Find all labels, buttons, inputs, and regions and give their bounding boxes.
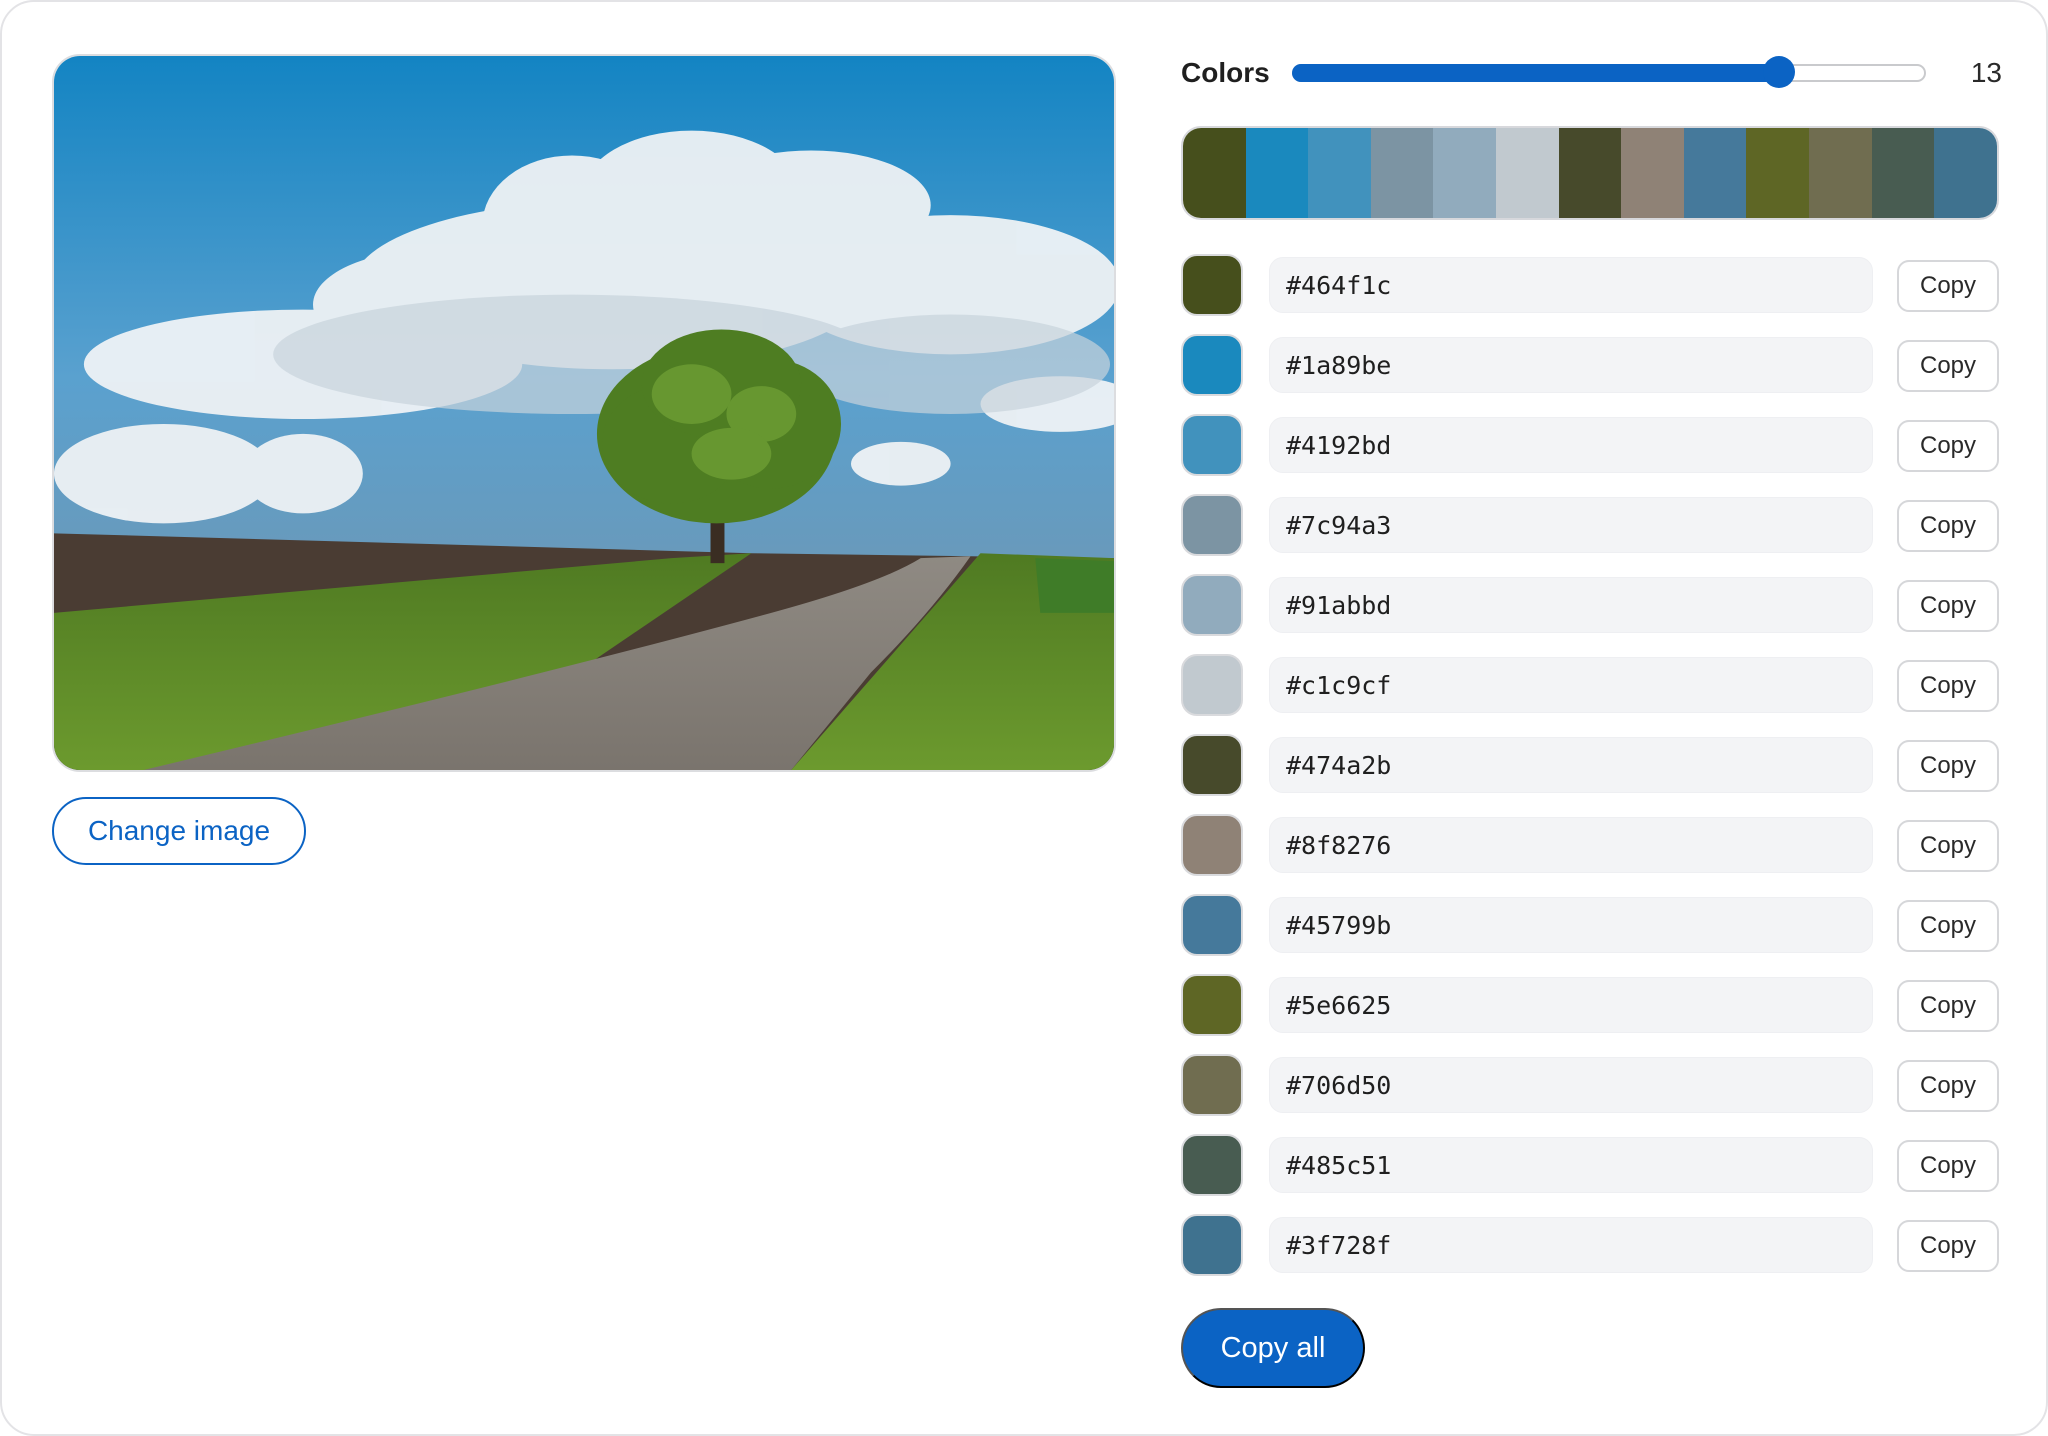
color-swatch	[1181, 334, 1243, 396]
color-swatch	[1181, 494, 1243, 556]
hex-value-field[interactable]: #464f1c	[1269, 257, 1873, 313]
hex-value-field[interactable]: #706d50	[1269, 1057, 1873, 1113]
hex-value-field[interactable]: #3f728f	[1269, 1217, 1873, 1273]
hex-value-field[interactable]: #c1c9cf	[1269, 657, 1873, 713]
copy-button[interactable]: Copy	[1897, 340, 1999, 392]
hex-value-field[interactable]: #1a89be	[1269, 337, 1873, 393]
color-count-value: 13	[1970, 57, 2002, 88]
palette-strip-cell	[1621, 128, 1684, 218]
image-preview	[52, 54, 1116, 772]
hex-value-field[interactable]: #7c94a3	[1269, 497, 1873, 553]
copy-all-button[interactable]: Copy all	[1181, 1308, 1365, 1388]
palette-strip	[1181, 126, 1999, 220]
color-swatch	[1181, 254, 1243, 316]
color-row: #45799b Copy	[1181, 892, 2001, 956]
hex-value-field[interactable]: #45799b	[1269, 897, 1873, 953]
color-row: #8f8276 Copy	[1181, 812, 2001, 876]
copy-button[interactable]: Copy	[1897, 580, 1999, 632]
color-swatch	[1181, 414, 1243, 476]
color-row: #474a2b Copy	[1181, 732, 2001, 796]
palette-strip-cell	[1746, 128, 1810, 218]
color-row: #3f728f Copy	[1181, 1212, 2001, 1276]
color-row: #91abbd Copy	[1181, 572, 2001, 636]
color-swatch	[1181, 734, 1243, 796]
palette-strip-cell	[1245, 128, 1309, 218]
hex-value-field[interactable]: #485c51	[1269, 1137, 1873, 1193]
palette-strip-cell	[1809, 128, 1872, 218]
color-swatch	[1181, 574, 1243, 636]
palette-strip-cell	[1496, 128, 1559, 218]
color-row: #5e6625 Copy	[1181, 972, 2001, 1036]
copy-button[interactable]: Copy	[1897, 820, 1999, 872]
color-list: #464f1c Copy #1a89be Copy #4192bd Copy #7c94a3…	[1181, 252, 2001, 1292]
color-row: #706d50 Copy	[1181, 1052, 2001, 1116]
color-swatch	[1181, 1134, 1243, 1196]
colors-label: Colors	[1181, 57, 1270, 88]
copy-button[interactable]: Copy	[1897, 740, 1999, 792]
palette-extractor-card: Change image Colors 13 #464f1c Copy #1a89b…	[0, 0, 2048, 1436]
color-swatch	[1181, 814, 1243, 876]
copy-button[interactable]: Copy	[1897, 420, 1999, 472]
color-row: #4192bd Copy	[1181, 412, 2001, 476]
copy-button[interactable]: Copy	[1897, 260, 1999, 312]
hex-value-field[interactable]: #5e6625	[1269, 977, 1873, 1033]
color-row: #485c51 Copy	[1181, 1132, 2001, 1196]
color-row: #464f1c Copy	[1181, 252, 2001, 316]
slider-fill	[1292, 64, 1780, 82]
copy-button[interactable]: Copy	[1897, 900, 1999, 952]
copy-button[interactable]: Copy	[1897, 1140, 1999, 1192]
palette-strip-cell	[1871, 128, 1935, 218]
copy-button[interactable]: Copy	[1897, 500, 1999, 552]
copy-button[interactable]: Copy	[1897, 1060, 1999, 1112]
color-row: #1a89be Copy	[1181, 332, 2001, 396]
color-count-slider[interactable]	[1292, 56, 1926, 88]
palette-strip-cell	[1683, 128, 1747, 218]
color-swatch	[1181, 1214, 1243, 1276]
palette-strip-cell	[1308, 128, 1371, 218]
color-row: #7c94a3 Copy	[1181, 492, 2001, 556]
hex-value-field[interactable]: #4192bd	[1269, 417, 1873, 473]
palette-strip-cell	[1370, 128, 1434, 218]
color-swatch	[1181, 974, 1243, 1036]
palette-strip-cell	[1558, 128, 1622, 218]
copy-button[interactable]: Copy	[1897, 1220, 1999, 1272]
color-row: #c1c9cf Copy	[1181, 652, 2001, 716]
hex-value-field[interactable]: #8f8276	[1269, 817, 1873, 873]
landscape-image	[54, 56, 1114, 770]
palette-strip-cell	[1433, 128, 1497, 218]
color-swatch	[1181, 1054, 1243, 1116]
copy-button[interactable]: Copy	[1897, 660, 1999, 712]
color-swatch	[1181, 894, 1243, 956]
hex-value-field[interactable]: #91abbd	[1269, 577, 1873, 633]
color-swatch	[1181, 654, 1243, 716]
palette-strip-cell	[1183, 128, 1246, 218]
hex-value-field[interactable]: #474a2b	[1269, 737, 1873, 793]
change-image-button[interactable]: Change image	[52, 797, 306, 865]
copy-button[interactable]: Copy	[1897, 980, 1999, 1032]
slider-thumb[interactable]	[1763, 56, 1796, 88]
palette-strip-cell	[1934, 128, 1997, 218]
